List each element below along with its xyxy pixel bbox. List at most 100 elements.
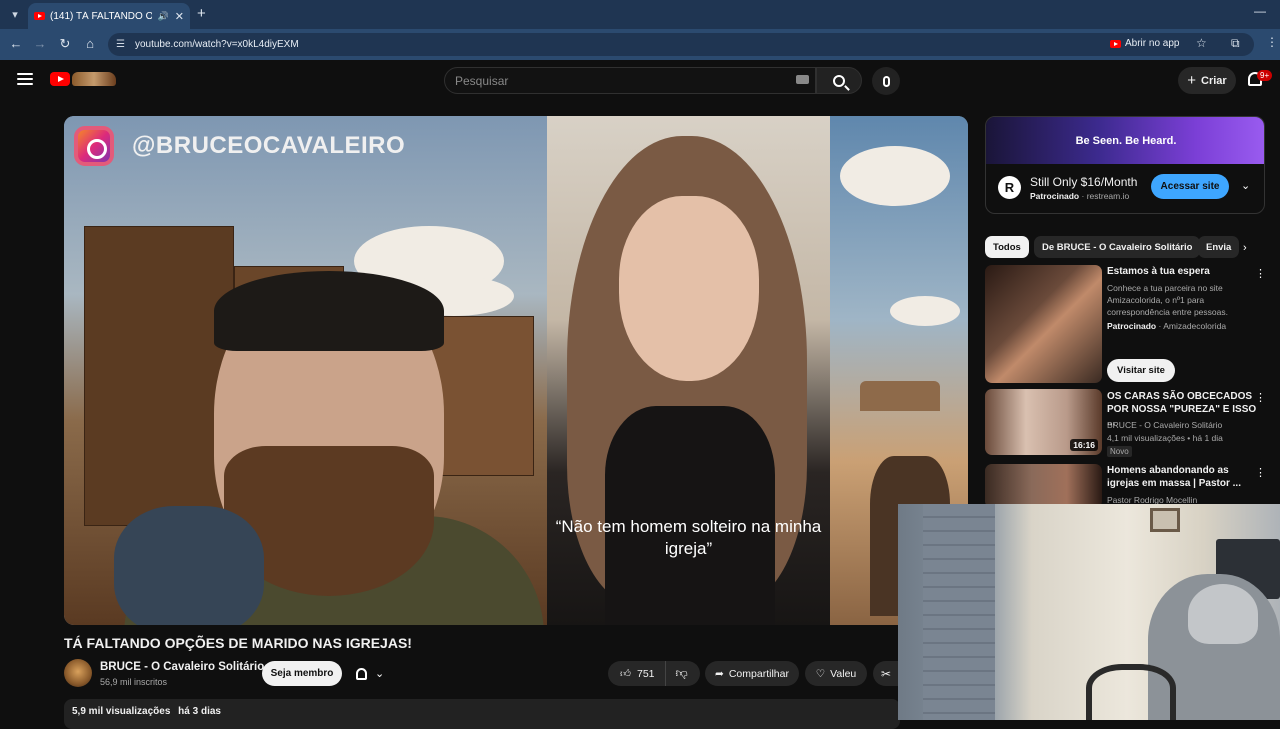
- ad-sponsored-label: Patrocinado: [1030, 191, 1080, 201]
- dislike-button[interactable]: 👎︎: [666, 666, 688, 681]
- ad-cta-button[interactable]: Acessar site: [1151, 174, 1229, 199]
- url-field[interactable]: ☰ youtube.com/watch?v=x0kL4diyEXM: [108, 33, 1254, 56]
- site-info-icon[interactable]: ☰: [116, 39, 125, 50]
- chip-sent[interactable]: Envia: [1198, 236, 1240, 258]
- home-icon[interactable]: ⌂: [82, 36, 98, 51]
- back-icon[interactable]: ←: [8, 36, 24, 51]
- thumbs-up-icon: 👍︎: [620, 668, 631, 680]
- create-label: Criar: [1201, 74, 1227, 87]
- list-item[interactable]: Estamos à tua espera Conhece a tua parce…: [985, 265, 1275, 385]
- list-item[interactable]: Homens abandonando as igrejas em massa |…: [985, 464, 1275, 508]
- sponsored-ad-card[interactable]: Be Seen. Be Heard. R Still Only $16/Mont…: [985, 116, 1265, 214]
- ad-banner[interactable]: Be Seen. Be Heard.: [986, 117, 1264, 164]
- address-bar: ← → ↻ ⌂ ☰ youtube.com/watch?v=x0kL4diyEX…: [0, 29, 1280, 60]
- more-options-icon[interactable]: ⋮: [1255, 466, 1266, 479]
- rec-channel: BRUCE - O Cavaleiro Solitário: [1107, 420, 1223, 430]
- video-middle-panel: “Não tem homem solteiro na minha igreja”: [547, 116, 830, 625]
- video-title: TÁ FALTANDO OPÇÕES DE MARIDO NAS IGREJAS…: [64, 635, 412, 651]
- create-button[interactable]: + Criar: [1178, 67, 1236, 94]
- visit-site-button[interactable]: Visitar site: [1107, 359, 1175, 382]
- browser-tab[interactable]: (141) TÁ FALTANDO OPÇÕE 🔊 ✕: [28, 3, 190, 29]
- subscriber-count: 56,9 mil inscritos: [100, 677, 168, 687]
- tab-title: (141) TÁ FALTANDO OPÇÕE: [50, 10, 152, 22]
- view-count: 5,9 mil visualizações: [72, 706, 171, 717]
- rec-title: Estamos à tua espera: [1107, 266, 1210, 277]
- video-player[interactable]: @BRUCEOCAVALEIRO “Não tem homem solteiro…: [64, 116, 968, 625]
- ad-sponsor-line: Patrocinado · restream.io: [1030, 191, 1130, 201]
- clip-button[interactable]: ✂: [873, 661, 899, 686]
- rec-advertiser: Amizadecolorida: [1163, 321, 1227, 331]
- reload-icon[interactable]: ↻: [57, 36, 73, 52]
- thumbs-down-icon: 👎︎: [675, 666, 688, 680]
- open-in-app-button[interactable]: Abrir no app: [1110, 38, 1179, 49]
- rec-title: Homens abandonando as igrejas em massa |…: [1107, 465, 1241, 489]
- thanks-button[interactable]: ♡ Valeu: [805, 661, 867, 686]
- list-item[interactable]: 16:16 OS CARAS SÃO OBCECADOS POR NOSSA "…: [985, 389, 1275, 457]
- like-button[interactable]: 👍︎ 751: [608, 661, 666, 686]
- ad-banner-text: Be Seen. Be Heard.: [1075, 134, 1177, 147]
- new-tab-icon[interactable]: +: [197, 5, 206, 22]
- chevron-right-icon[interactable]: ›: [1243, 242, 1247, 254]
- voice-search-button[interactable]: [872, 67, 900, 95]
- heart-dollar-icon: ♡: [815, 667, 826, 680]
- chip-all[interactable]: Todos: [985, 236, 1029, 258]
- video-left-panel: @BRUCEOCAVALEIRO: [64, 116, 547, 625]
- advertiser-logo: R: [998, 176, 1021, 199]
- extensions-icon[interactable]: ⧉: [1231, 36, 1240, 51]
- rec-sponsor-line: Patrocinado · Amizadecolorida: [1107, 321, 1227, 331]
- browser-tab-bar: ▾ (141) TÁ FALTANDO OPÇÕE 🔊 ✕ + —: [0, 0, 1280, 29]
- url-text: youtube.com/watch?v=x0kL4diyEXM: [134, 39, 299, 50]
- microphone-icon: [882, 75, 890, 87]
- minimize-icon[interactable]: —: [1254, 4, 1266, 18]
- video-thumbnail[interactable]: [985, 265, 1102, 383]
- more-options-icon[interactable]: ⋮: [1255, 267, 1266, 280]
- search-input[interactable]: Pesquisar: [444, 67, 816, 94]
- bookmark-star-icon[interactable]: ☆: [1196, 36, 1207, 50]
- ad-headline: Still Only $16/Month: [1030, 175, 1138, 189]
- chip-channel[interactable]: De BRUCE - O Cavaleiro Solitário: [1034, 236, 1201, 258]
- share-label: Compartilhar: [728, 667, 789, 680]
- youtube-app-icon: [1110, 39, 1121, 48]
- subscription-bell-button[interactable]: ⌄: [350, 661, 398, 686]
- like-count: 751: [636, 667, 655, 680]
- browser-menu-icon[interactable]: ⋮: [1266, 35, 1278, 49]
- notification-badge: 9+: [1257, 70, 1273, 81]
- channel-name[interactable]: BRUCE - O Cavaleiro Solitário: [100, 661, 264, 673]
- search-placeholder: Pesquisar: [455, 73, 509, 88]
- youtube-favicon-icon: [34, 12, 45, 20]
- video-caption: “Não tem homem solteiro na minha igreja”: [555, 517, 822, 558]
- forward-icon[interactable]: →: [32, 36, 48, 51]
- thanks-label: Valeu: [830, 667, 857, 680]
- open-app-label: Abrir no app: [1125, 38, 1180, 49]
- video-duration: 16:16: [1070, 439, 1098, 451]
- search-button[interactable]: [816, 67, 862, 94]
- webcam-overlay: [898, 504, 1280, 720]
- channel-avatar[interactable]: [64, 659, 92, 687]
- video-thumbnail[interactable]: [985, 464, 1102, 508]
- filter-chips: Todos De BRUCE - O Cavaleiro Solitário E…: [985, 236, 1265, 258]
- youtube-logo[interactable]: [50, 70, 120, 90]
- keyboard-icon[interactable]: [796, 75, 809, 84]
- youtube-header: Pesquisar + Criar: [0, 60, 1280, 102]
- tab-close-icon[interactable]: ✕: [175, 10, 184, 23]
- instagram-handle: @BRUCEOCAVALEIRO: [132, 132, 406, 159]
- rec-sponsored-label: Patrocinado: [1107, 321, 1157, 331]
- speaker-icon[interactable]: 🔊: [158, 11, 169, 22]
- plus-icon: +: [1187, 72, 1197, 89]
- description-box[interactable]: 5,9 mil visualizações há 3 dias: [64, 699, 900, 729]
- ad-domain: restream.io: [1086, 191, 1130, 201]
- like-dislike-group: 👍︎ 751 👎︎: [608, 661, 700, 686]
- join-button[interactable]: Seja membro: [262, 661, 342, 686]
- tab-search-icon[interactable]: ▾: [6, 5, 24, 23]
- rec-description: Conhece a tua parceira no site Amizacolo…: [1107, 283, 1228, 317]
- scissors-icon: ✂: [880, 666, 892, 681]
- chevron-down-icon: ⌄: [375, 668, 385, 680]
- chevron-down-icon[interactable]: ⌄: [1241, 179, 1250, 192]
- instagram-icon: [74, 126, 114, 166]
- search-icon: [833, 74, 845, 87]
- video-thumbnail[interactable]: 16:16: [985, 389, 1102, 455]
- more-options-icon[interactable]: ⋮: [1255, 391, 1266, 404]
- share-button[interactable]: ➦ Compartilhar: [705, 661, 799, 686]
- rec-meta: 4,1 mil visualizações • há 1 dia: [1107, 433, 1223, 443]
- menu-icon[interactable]: [17, 73, 33, 85]
